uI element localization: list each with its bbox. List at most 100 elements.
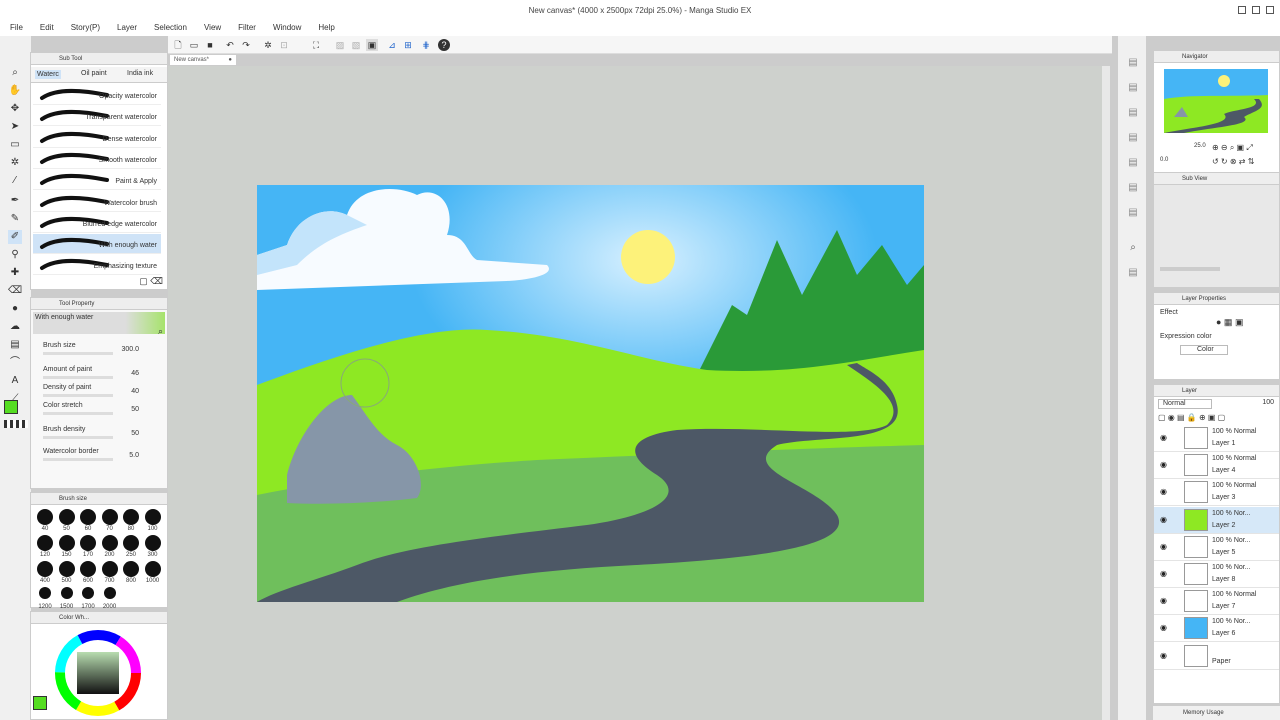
pencil-tool-icon[interactable]: ✎ — [8, 212, 22, 226]
brush-size-dot[interactable] — [60, 587, 73, 599]
blend-tool-icon[interactable]: ☁ — [8, 320, 22, 334]
material-icon-3[interactable]: ▤ — [1126, 106, 1140, 120]
crop-icon[interactable]: ⊡ — [278, 39, 290, 51]
brush-size-dot[interactable] — [144, 509, 161, 525]
blend-mode-select[interactable]: Normal — [1158, 399, 1212, 409]
layer-row[interactable]: ◉ 100 % Normal Layer 7 — [1154, 588, 1279, 616]
brush-size-dot[interactable] — [144, 561, 161, 577]
color-wheel[interactable] — [53, 628, 143, 718]
close-tab-icon[interactable]: ● — [228, 55, 232, 65]
brush-tool-icon[interactable]: ✐ — [8, 230, 22, 244]
brush-item[interactable]: Paint & Apply — [33, 170, 161, 191]
menu-view[interactable]: View — [204, 20, 221, 36]
fill-icon[interactable]: ▨ — [334, 39, 346, 51]
airbrush-icon[interactable]: ⚲ — [8, 248, 22, 262]
search-icon[interactable]: ⌕ — [158, 326, 163, 337]
text-tool-icon[interactable]: A — [8, 374, 22, 388]
prop-value[interactable]: 46 — [131, 370, 139, 377]
prop-value[interactable]: 50 — [131, 406, 139, 413]
eye-icon[interactable]: ◉ — [1160, 623, 1167, 632]
document-tab[interactable]: New canvas* ● — [170, 55, 236, 65]
brush-size-dot[interactable] — [80, 535, 96, 551]
pen-tool-icon[interactable]: ✒ — [8, 194, 22, 208]
current-color-swatch[interactable] — [33, 696, 47, 710]
vertical-scrollbar[interactable] — [1102, 66, 1110, 720]
material-icon-8[interactable]: ▤ — [1126, 266, 1140, 280]
eye-icon[interactable]: ◉ — [1160, 460, 1167, 469]
object-tool-icon[interactable]: ➤ — [8, 120, 22, 134]
help-icon[interactable]: ? — [438, 39, 450, 51]
brush-size-dot[interactable] — [101, 561, 118, 577]
eye-icon[interactable]: ◉ — [1160, 651, 1167, 660]
eye-icon[interactable]: ◉ — [1160, 487, 1167, 496]
brush-size-dot[interactable] — [123, 561, 139, 577]
subtool-menu-icon[interactable]: ▢ ⌫ — [139, 276, 163, 287]
brush-size-dot[interactable] — [101, 535, 118, 551]
brush-size-dot[interactable] — [37, 561, 53, 577]
opacity-value[interactable]: 100 — [1234, 399, 1274, 409]
prop-slider[interactable] — [43, 376, 113, 379]
material-icon-5[interactable]: ▤ — [1126, 156, 1140, 170]
brush-size-dot[interactable] — [39, 587, 51, 599]
snap-grid-icon[interactable]: ⋕ — [420, 39, 432, 51]
brush-size-dot[interactable] — [37, 535, 53, 551]
subtool-tab-india-ink[interactable]: India ink — [127, 70, 153, 77]
layer-row[interactable]: ◉ 100 % Nor... Layer 8 — [1154, 561, 1279, 588]
prop-value[interactable]: 300.0 — [121, 346, 139, 353]
decoration-icon[interactable]: ✚ — [8, 266, 22, 280]
eye-icon[interactable]: ◉ — [1160, 596, 1167, 605]
brush-item[interactable]: Transparent watercolor — [33, 106, 161, 127]
transparent-color-swatch[interactable] — [4, 420, 28, 428]
auto-select-icon[interactable]: ✲ — [8, 156, 22, 170]
menu-selection[interactable]: Selection — [154, 20, 187, 36]
prop-value[interactable]: 5.0 — [129, 452, 139, 459]
brush-size-dot[interactable] — [82, 587, 94, 599]
brush-item[interactable]: Blurred edge watercolor — [33, 213, 161, 233]
brush-item[interactable]: Emphasizing texture — [33, 255, 161, 276]
prop-slider[interactable] — [43, 352, 113, 355]
eraser-icon[interactable]: ⌫ — [8, 284, 22, 298]
gradient-icon[interactable]: ▤ — [8, 338, 22, 352]
menu-window[interactable]: Window — [273, 20, 301, 36]
subview-zoom-slider[interactable] — [1160, 267, 1220, 271]
snap-special-icon[interactable]: ⊞ — [402, 39, 414, 51]
redo-icon[interactable]: ↷ — [240, 39, 252, 51]
close-button[interactable] — [1266, 6, 1274, 14]
selection-icon[interactable]: ▣ — [366, 39, 378, 51]
deselect-icon[interactable]: ▧ — [350, 39, 362, 51]
snap-ruler-icon[interactable]: ⊿ — [386, 39, 398, 51]
figure-icon[interactable]: ⌒ — [8, 356, 22, 370]
menu-layer[interactable]: Layer — [117, 20, 137, 36]
canvas[interactable] — [257, 185, 924, 602]
material-icon-7[interactable]: ▤ — [1126, 206, 1140, 220]
material-icon-4[interactable]: ▤ — [1126, 131, 1140, 145]
brush-size-dot[interactable] — [80, 561, 96, 577]
prop-slider[interactable] — [43, 436, 113, 439]
layer-row[interactable]: ◉ 100 % Normal Layer 3 — [1154, 479, 1279, 507]
brush-item[interactable]: Opacity watercolor — [33, 85, 161, 105]
brush-size-dot[interactable] — [123, 509, 139, 525]
zoom-value[interactable]: 25.0 — [1194, 143, 1206, 149]
prop-slider[interactable] — [43, 412, 113, 415]
material-icon[interactable]: ▤ — [1126, 56, 1140, 70]
search-layer-icon[interactable]: ⌕ — [1126, 241, 1140, 255]
move-tool-icon[interactable]: ✥ — [8, 102, 22, 116]
brush-item[interactable]: Dense watercolor — [33, 128, 161, 148]
open-file-icon[interactable]: ▭ — [188, 39, 200, 51]
expression-color-select[interactable]: Color — [1180, 345, 1228, 355]
brush-size-dot[interactable] — [58, 509, 75, 525]
prop-value[interactable]: 40 — [131, 388, 139, 395]
new-file-icon[interactable]: 🗋 — [172, 39, 184, 51]
canvas-area[interactable] — [168, 66, 1110, 720]
clear-icon[interactable]: ✲ — [262, 39, 274, 51]
menu-filter[interactable]: Filter — [238, 20, 256, 36]
save-icon[interactable]: ■ — [204, 39, 216, 51]
layer-row[interactable]: ◉ 100 % Nor... Layer 5 — [1154, 534, 1279, 561]
menu-file[interactable]: File — [10, 20, 23, 36]
selection-tool-icon[interactable]: ▭ — [8, 138, 22, 152]
layer-toolbar-icons[interactable]: ▢ ◉ ▤ 🔒 ⊕ ▣ ▢ — [1158, 413, 1225, 422]
transform-icon[interactable]: ⛶ — [310, 39, 322, 51]
rotate-value[interactable]: 0.0 — [1160, 157, 1168, 163]
eye-icon[interactable]: ◉ — [1160, 542, 1167, 551]
layer-row[interactable]: ◉ Paper — [1154, 643, 1279, 670]
